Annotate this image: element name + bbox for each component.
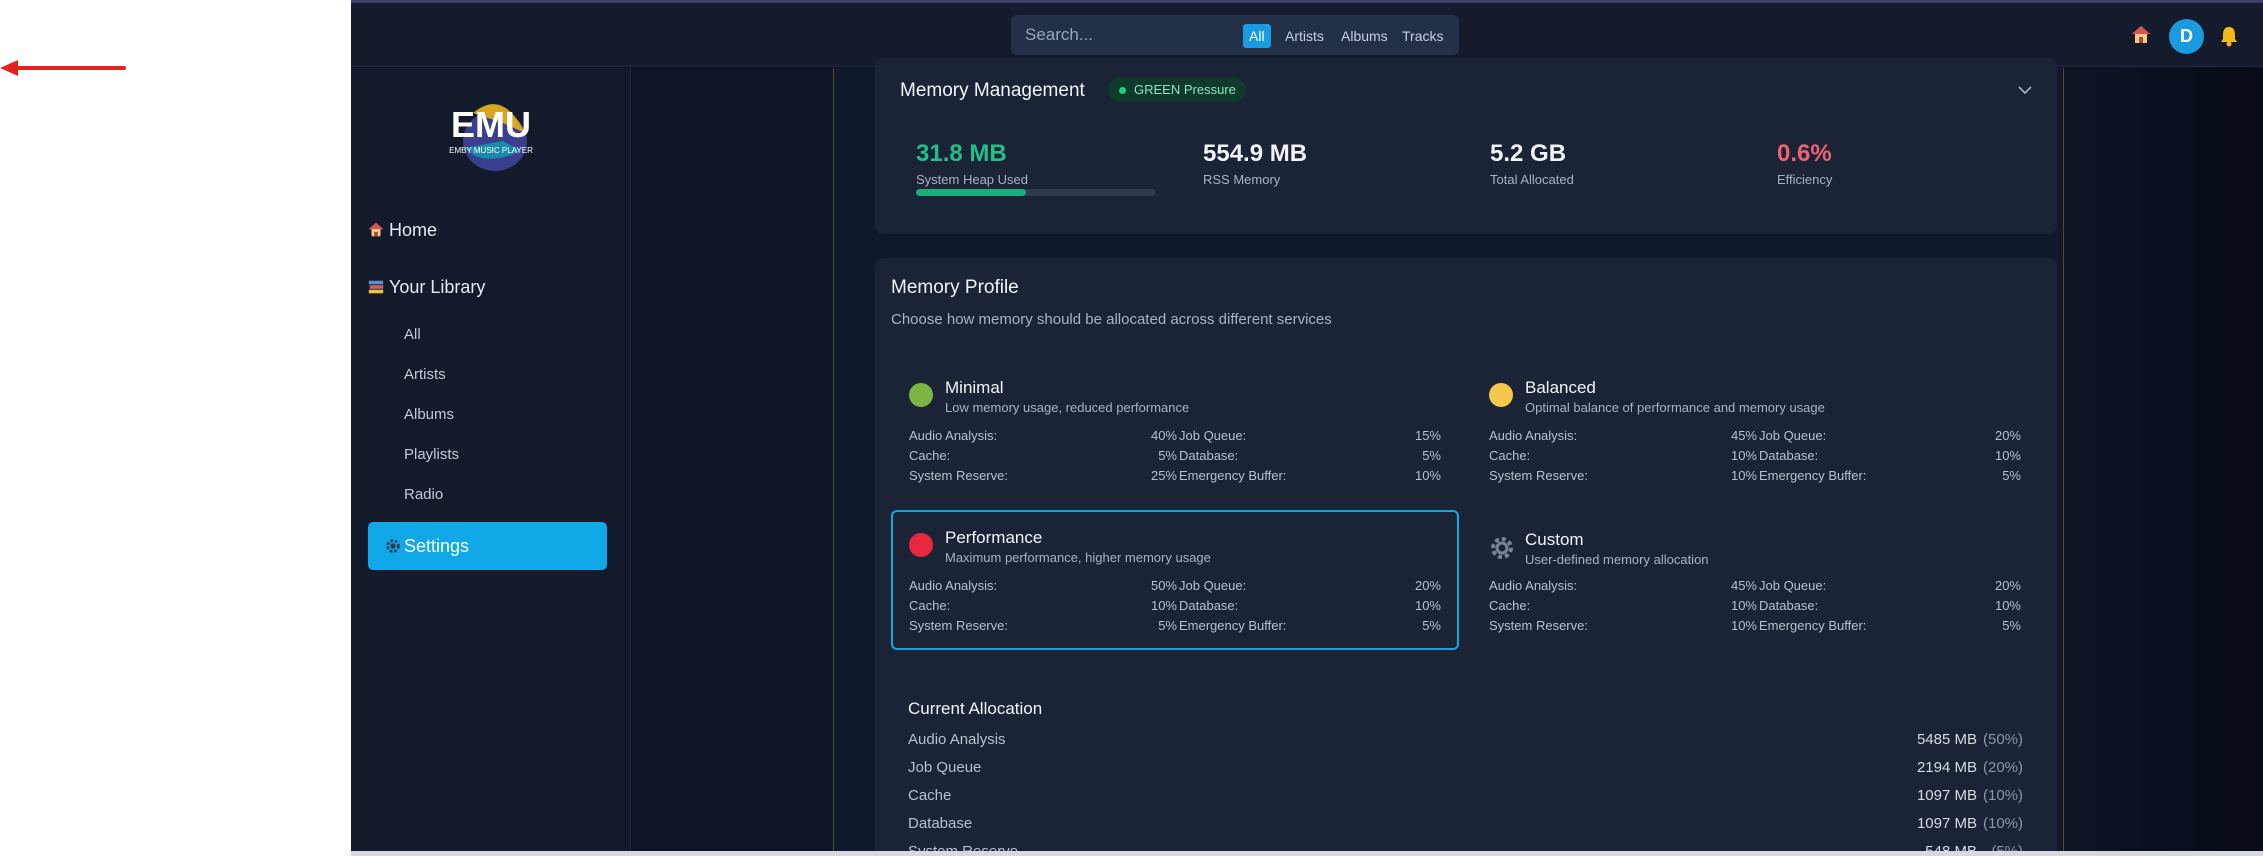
sidebar-item-settings-label: Settings: [404, 535, 470, 556]
right-gutter: [2064, 68, 2263, 856]
profile-name: Balanced: [1525, 378, 1596, 397]
memory-profile-card: Memory Profile Choose how memory should …: [875, 258, 2057, 856]
sidebar: EMU EMBY MUSIC PLAYER Home Your Library: [351, 68, 631, 856]
filter-albums-button[interactable]: Albums: [1335, 24, 1394, 48]
profile-row: System Reserve: 25% Emergency Buffer: 10%: [909, 468, 1441, 483]
sidebar-item-radio[interactable]: Radio: [404, 486, 443, 503]
books-icon: [368, 280, 384, 294]
sidebar-item-albums[interactable]: Albums: [404, 406, 454, 423]
sidebar-item-all[interactable]: All: [404, 326, 421, 343]
allocation-row: Cache 1097 MB (10%): [908, 787, 2023, 804]
memory-management-title: Memory Management: [900, 80, 1085, 101]
sidebar-item-settings[interactable]: Settings: [368, 522, 607, 570]
profile-color-dot: [1489, 383, 1513, 407]
profile-row: Cache: 10% Database: 10%: [1489, 598, 2021, 613]
memory-profile-subtitle: Choose how memory should be allocated ac…: [891, 311, 1332, 328]
allocation-row: Job Queue 2194 MB (20%): [908, 759, 2023, 776]
stat-efficiency-label: Efficiency: [1777, 172, 1833, 187]
profile-minimal[interactable]: Minimal Low memory usage, reduced perfor…: [891, 360, 1459, 500]
profile-row: Audio Analysis: 50% Job Queue: 20%: [909, 578, 1441, 593]
search-bar: All Artists Albums Tracks: [1011, 15, 1459, 55]
profile-name: Minimal: [945, 378, 1004, 397]
heap-progress-fill: [916, 189, 1027, 196]
emu-logo: EMU EMBY MUSIC PLAYER: [449, 104, 533, 171]
profile-color-dot: [909, 383, 933, 407]
filter-tracks-button[interactable]: Tracks: [1396, 24, 1449, 48]
sidebar-item-artists[interactable]: Artists: [404, 366, 446, 383]
profile-row: System Reserve: 5% Emergency Buffer: 5%: [909, 618, 1441, 633]
profile-color-dot: [909, 533, 933, 557]
profile-row: Audio Analysis: 45% Job Queue: 20%: [1489, 578, 2021, 593]
memory-management-card: Memory Management GREEN Pressure 31.8 MB…: [875, 58, 2057, 234]
user-avatar[interactable]: D: [2169, 19, 2204, 54]
stat-total-value: 5.2 GB: [1490, 140, 1567, 167]
sidebar-item-library-label: Your Library: [389, 276, 486, 297]
horizontal-scrollbar[interactable]: [351, 851, 2263, 856]
logo-title: EMU: [451, 104, 531, 145]
allocation-row: Audio Analysis 5485 MB (50%): [908, 731, 2023, 748]
profile-performance[interactable]: Performance Maximum performance, higher …: [891, 510, 1459, 650]
profile-row: Cache: 10% Database: 10%: [909, 598, 1441, 613]
allocation-row: Database 1097 MB (10%): [908, 815, 2023, 832]
stat-rss-value: 554.9 MB: [1203, 140, 1308, 167]
stat-rss-label: RSS Memory: [1203, 172, 1281, 187]
main-content: Memory Management GREEN Pressure 31.8 MB…: [632, 58, 2263, 856]
profile-row: System Reserve: 10% Emergency Buffer: 5%: [1489, 618, 2021, 633]
screen: All Artists Albums Tracks D EMU: [0, 0, 2263, 856]
memory-profile-title: Memory Profile: [891, 277, 1019, 298]
profile-custom[interactable]: Custom User-defined memory allocation Au…: [1471, 512, 2039, 652]
gear-icon: [1491, 537, 1513, 559]
home-icon: [368, 222, 384, 237]
profile-name: Custom: [1525, 530, 1584, 549]
current-allocation-title: Current Allocation: [908, 699, 1043, 718]
profile-row: Audio Analysis: 45% Job Queue: 20%: [1489, 428, 2021, 443]
sidebar-item-home[interactable]: Home: [367, 210, 437, 250]
stat-heap-label: System Heap Used: [916, 172, 1028, 187]
heap-progress-bar: [916, 189, 1156, 196]
profile-row: System Reserve: 10% Emergency Buffer: 5%: [1489, 468, 2021, 483]
profile-balanced[interactable]: Balanced Optimal balance of performance …: [1471, 360, 2039, 500]
profile-description: Maximum performance, higher memory usage: [945, 550, 1211, 565]
notification-bell-icon[interactable]: [2219, 25, 2239, 47]
sidebar-item-library[interactable]: Your Library: [367, 267, 485, 307]
stat-total-label: Total Allocated: [1490, 172, 1574, 187]
stat-efficiency-value: 0.6%: [1777, 140, 1832, 167]
profile-name: Performance: [945, 528, 1043, 547]
logo-subtitle: EMBY MUSIC PLAYER: [449, 146, 533, 155]
filter-all-button[interactable]: All: [1243, 24, 1271, 48]
profile-description: Optimal balance of performance and memor…: [1525, 400, 1825, 415]
filter-artists-button[interactable]: Artists: [1279, 24, 1330, 48]
profile-row: Audio Analysis: 40% Job Queue: 15%: [909, 428, 1441, 443]
app-window: All Artists Albums Tracks D EMU: [351, 0, 2263, 856]
profile-description: User-defined memory allocation: [1525, 552, 1709, 567]
search-input[interactable]: [1025, 15, 1235, 55]
stat-heap-value: 31.8 MB: [916, 140, 1007, 167]
chevron-down-icon[interactable]: [2017, 84, 2033, 96]
profile-description: Low memory usage, reduced performance: [945, 400, 1190, 415]
sidebar-item-playlists[interactable]: Playlists: [404, 446, 459, 463]
gear-icon: [386, 539, 400, 553]
red-arrow-annotation: [0, 60, 126, 76]
profile-row: Cache: 5% Database: 5%: [909, 448, 1441, 463]
home-icon[interactable]: [2131, 25, 2151, 45]
profile-row: Cache: 10% Database: 10%: [1489, 448, 2021, 463]
sidebar-item-home-label: Home: [389, 219, 438, 240]
pressure-badge: GREEN Pressure: [1108, 78, 1246, 102]
